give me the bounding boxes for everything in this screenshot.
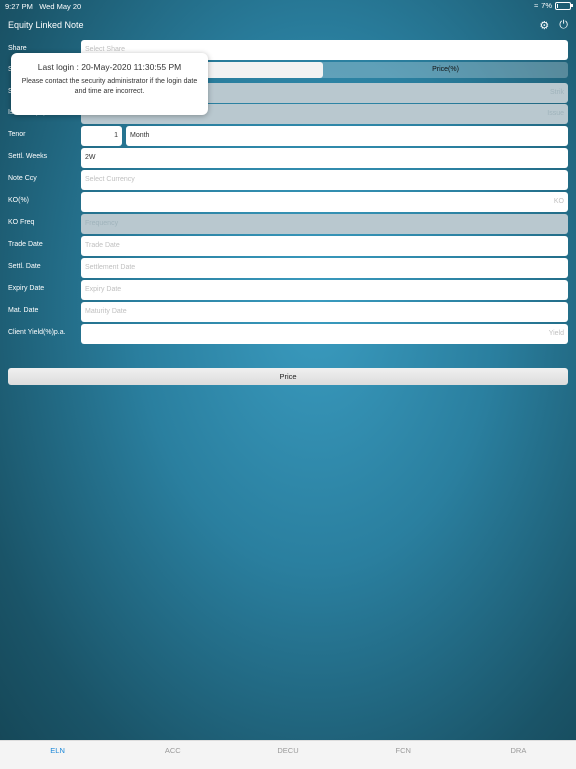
ko-freq-label: KO Freq: [8, 219, 35, 226]
trade-date-row: Trade Date Trade Date: [0, 236, 576, 256]
mat-date-row: Mat. Date Maturity Date: [0, 302, 576, 322]
tenor-value-input[interactable]: 1: [81, 126, 122, 146]
trade-date-label: Trade Date: [8, 241, 43, 248]
tab-decu[interactable]: DECU: [230, 741, 345, 769]
battery-percent: 7%: [541, 1, 552, 10]
note-ccy-label: Note Ccy: [8, 175, 37, 182]
tab-dra[interactable]: DRA: [461, 741, 576, 769]
tenor-row: Tenor 1 Month: [0, 126, 576, 146]
header-actions: ⚙ ⏻: [539, 19, 568, 32]
battery-icon: [555, 1, 573, 10]
last-login-popover: Last login : 20-May-2020 11:30:55 PM Ple…: [11, 53, 208, 115]
status-date: Wed May 20: [39, 2, 82, 11]
ko-label: KO(%): [8, 197, 29, 204]
settl-date-input[interactable]: Settlement Date: [81, 258, 568, 278]
settl-date-row: Settl. Date Settlement Date: [0, 258, 576, 278]
expiry-date-row: Expiry Date Expiry Date: [0, 280, 576, 300]
client-yield-input[interactable]: Yield: [81, 324, 568, 344]
tab-acc[interactable]: ACC: [115, 741, 230, 769]
status-time: 9:27 PM: [5, 2, 33, 11]
note-ccy-row: Note Ccy Select Currency: [0, 170, 576, 190]
battery-fill: [557, 3, 558, 8]
page-title: Equity Linked Note: [8, 20, 84, 30]
share-label: Share: [8, 45, 27, 52]
expiry-date-input[interactable]: Expiry Date: [81, 280, 568, 300]
tab-fcn[interactable]: FCN: [346, 741, 461, 769]
tenor-unit-select[interactable]: Month: [126, 126, 568, 146]
tab-bar: ELN ACC DECU FCN DRA: [0, 740, 576, 769]
mat-date-input[interactable]: Maturity Date: [81, 302, 568, 322]
last-login-text: Last login : 20-May-2020 11:30:55 PM: [37, 62, 182, 72]
client-yield-label: Client Yield(%)p.a.: [8, 329, 66, 336]
price-button[interactable]: Price: [8, 368, 568, 385]
gear-icon[interactable]: ⚙: [539, 19, 549, 32]
note-ccy-select[interactable]: Select Currency: [81, 170, 568, 190]
settl-date-label: Settl. Date: [8, 263, 41, 270]
settl-weeks-label: Settl. Weeks: [8, 153, 48, 160]
settl-weeks-row: Settl. Weeks 2W: [0, 148, 576, 168]
segment-option-price[interactable]: Price(%): [323, 62, 568, 78]
ko-freq-row: KO Freq Frequency: [0, 214, 576, 234]
status-right: ≈ 7%: [534, 1, 573, 10]
ko-input[interactable]: KO: [81, 192, 568, 212]
settl-weeks-select[interactable]: 2W: [81, 148, 568, 168]
ko-row: KO(%) KO: [0, 192, 576, 212]
client-yield-row: Client Yield(%)p.a. Yield: [0, 324, 576, 344]
ko-freq-select[interactable]: Frequency: [81, 214, 568, 234]
mat-date-label: Mat. Date: [8, 307, 39, 314]
last-login-message: Please contact the security administrato…: [21, 78, 198, 95]
expiry-date-label: Expiry Date: [8, 285, 45, 292]
status-left: 9:27 PM Wed May 20: [5, 2, 81, 11]
status-bar: 9:27 PM Wed May 20 ≈ 7%: [0, 0, 576, 12]
tab-eln[interactable]: ELN: [0, 741, 115, 769]
wifi-icon: ≈: [534, 1, 539, 10]
power-icon[interactable]: ⏻: [559, 19, 568, 32]
tenor-label: Tenor: [8, 131, 26, 138]
trade-date-input[interactable]: Trade Date: [81, 236, 568, 256]
